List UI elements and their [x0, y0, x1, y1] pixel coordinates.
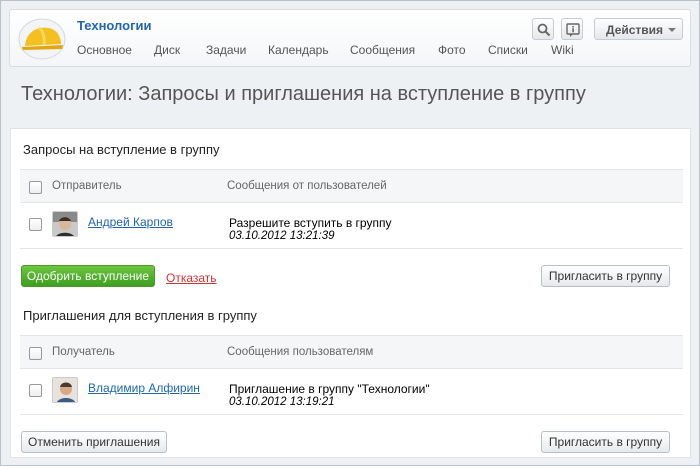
- message-text: Разрешите вступить в группу: [229, 216, 392, 230]
- nav-item-lists[interactable]: Списки: [488, 43, 528, 57]
- requests-section-title: Запросы на вступление в группу: [23, 142, 220, 157]
- group-header: Технологии Основное Диск Задачи Календар…: [9, 9, 691, 67]
- search-button[interactable]: [532, 18, 554, 40]
- window: Технологии Основное Диск Задачи Календар…: [0, 0, 700, 466]
- message-date: 03.10.2012 13:21:39: [229, 230, 335, 242]
- info-button[interactable]: [561, 18, 583, 40]
- col-sender: Отправитель: [52, 180, 122, 192]
- group-logo: [17, 18, 67, 60]
- actions-button[interactable]: Действия: [594, 18, 683, 40]
- search-icon: [537, 23, 551, 37]
- invitations-table-header: Получатель Сообщения пользователям: [20, 335, 683, 369]
- nav-item-main[interactable]: Основное: [77, 43, 132, 57]
- requests-table-header: Отправитель Сообщения от пользователей: [20, 169, 683, 203]
- decline-link[interactable]: Отказать: [166, 271, 217, 285]
- page-title: Технологии: Запросы и приглашения на вст…: [21, 83, 586, 105]
- nav-item-messages[interactable]: Сообщения: [350, 43, 415, 57]
- invite-button[interactable]: Пригласить в группу: [541, 431, 670, 453]
- table-row: Владимир Алфирин Приглашение в группу "Т…: [20, 369, 683, 415]
- user-link[interactable]: Андрей Карпов: [88, 215, 173, 229]
- info-icon: [566, 23, 580, 37]
- requests-select-all-checkbox[interactable]: [29, 181, 42, 194]
- user-link[interactable]: Владимир Алфирин: [88, 381, 200, 395]
- avatar: [52, 211, 78, 237]
- invitations-section-title: Приглашения для вступления в группу: [23, 308, 257, 323]
- invite-button[interactable]: Пригласить в группу: [541, 265, 670, 287]
- col-messages-to: Сообщения пользователям: [227, 346, 374, 358]
- message-text: Приглашение в группу "Технологии": [229, 382, 430, 396]
- nav-item-tasks[interactable]: Задачи: [206, 43, 246, 57]
- message-date: 03.10.2012 13:19:21: [229, 396, 335, 408]
- col-messages-from: Сообщения от пользователей: [227, 180, 387, 192]
- nav-item-calendar[interactable]: Календарь: [268, 43, 329, 57]
- avatar: [52, 377, 78, 403]
- nav-item-wiki[interactable]: Wiki: [551, 43, 574, 57]
- row-checkbox[interactable]: [29, 218, 42, 231]
- approve-button[interactable]: Одобрить вступление: [21, 265, 155, 287]
- nav-item-disk[interactable]: Диск: [154, 43, 180, 57]
- actions-label: Действия: [606, 23, 664, 37]
- table-row: Андрей Карпов Разрешите вступить в групп…: [20, 203, 683, 249]
- chevron-down-icon: [668, 28, 676, 32]
- nav-item-photo[interactable]: Фото: [438, 43, 466, 57]
- col-recipient: Получатель: [52, 346, 115, 358]
- main-panel: Запросы на вступление в группу Отправите…: [10, 128, 691, 458]
- cancel-invitations-button[interactable]: Отменить приглашения: [21, 431, 167, 453]
- row-checkbox[interactable]: [29, 384, 42, 397]
- invitations-select-all-checkbox[interactable]: [29, 347, 42, 360]
- group-title[interactable]: Технологии: [77, 18, 151, 33]
